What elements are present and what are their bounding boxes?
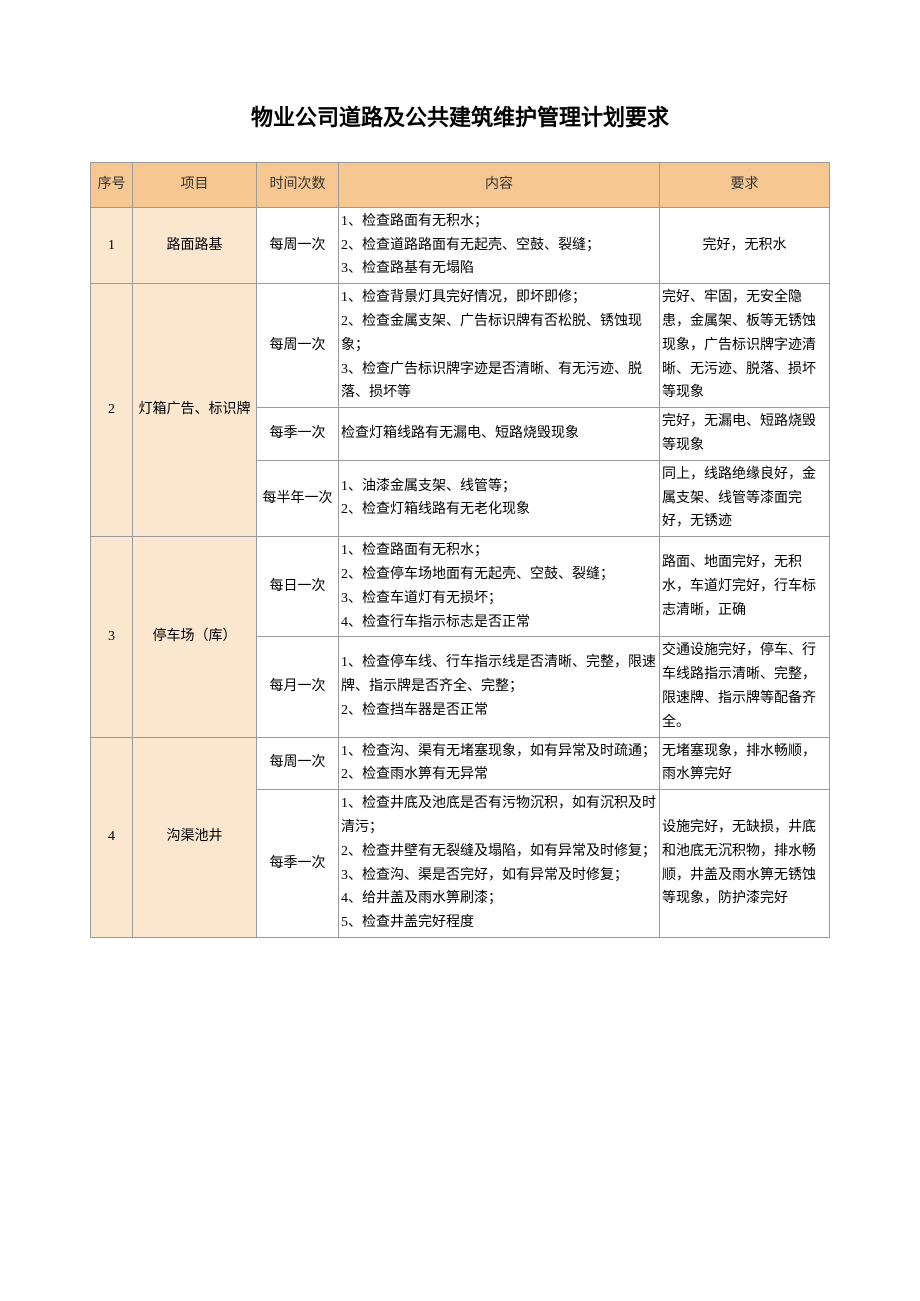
cell-freq: 每周一次: [257, 284, 339, 408]
table-header-row: 序号 项目 时间次数 内容 要求: [91, 163, 830, 208]
header-seq: 序号: [91, 163, 133, 208]
cell-item: 沟渠池井: [133, 737, 257, 937]
cell-content: 1、检查路面有无积水； 2、检查停车场地面有无起壳、空鼓、裂缝； 3、检查车道灯…: [339, 537, 660, 637]
cell-seq: 1: [91, 207, 133, 283]
cell-seq: 3: [91, 537, 133, 737]
cell-item: 灯箱广告、标识牌: [133, 284, 257, 537]
header-req: 要求: [660, 163, 830, 208]
cell-content: 1、检查沟、渠有无堵塞现象，如有异常及时疏通； 2、检查雨水箅有无异常: [339, 737, 660, 790]
maintenance-table: 序号 项目 时间次数 内容 要求 1路面路基每周一次1、检查路面有无积水； 2、…: [90, 162, 830, 938]
cell-req: 交通设施完好，停车、行车线路指示清晰、完整，限速牌、指示牌等配备齐全。: [660, 637, 830, 737]
cell-content: 1、检查路面有无积水； 2、检查道路路面有无起壳、空鼓、裂缝； 3、检查路基有无…: [339, 207, 660, 283]
page-title: 物业公司道路及公共建筑维护管理计划要求: [90, 100, 830, 132]
table-row: 2灯箱广告、标识牌每周一次1、检查背景灯具完好情况，即坏即修； 2、检查金属支架…: [91, 284, 830, 408]
cell-freq: 每半年一次: [257, 460, 339, 536]
cell-freq: 每周一次: [257, 207, 339, 283]
cell-item: 停车场（库）: [133, 537, 257, 737]
table-row: 1路面路基每周一次1、检查路面有无积水； 2、检查道路路面有无起壳、空鼓、裂缝；…: [91, 207, 830, 283]
cell-req: 同上，线路绝缘良好，金属支架、线管等漆面完好，无锈迹: [660, 460, 830, 536]
table-row: 4沟渠池井每周一次1、检查沟、渠有无堵塞现象，如有异常及时疏通； 2、检查雨水箅…: [91, 737, 830, 790]
cell-freq: 每季一次: [257, 408, 339, 461]
cell-freq: 每周一次: [257, 737, 339, 790]
cell-content: 1、油漆金属支架、线管等； 2、检查灯箱线路有无老化现象: [339, 460, 660, 536]
cell-req: 完好，无积水: [660, 207, 830, 283]
cell-content: 1、检查背景灯具完好情况，即坏即修； 2、检查金属支架、广告标识牌有否松脱、锈蚀…: [339, 284, 660, 408]
cell-content: 1、检查井底及池底是否有污物沉积，如有沉积及时清污； 2、检查井壁有无裂缝及塌陷…: [339, 790, 660, 938]
cell-req: 路面、地面完好，无积水，车道灯完好，行车标志清晰，正确: [660, 537, 830, 637]
cell-freq: 每日一次: [257, 537, 339, 637]
cell-req: 无堵塞现象，排水畅顺，雨水箅完好: [660, 737, 830, 790]
table-row: 3停车场（库）每日一次1、检查路面有无积水； 2、检查停车场地面有无起壳、空鼓、…: [91, 537, 830, 637]
cell-req: 设施完好，无缺损，井底和池底无沉积物，排水畅顺，井盖及雨水箅无锈蚀等现象，防护漆…: [660, 790, 830, 938]
cell-seq: 2: [91, 284, 133, 537]
cell-seq: 4: [91, 737, 133, 937]
cell-freq: 每季一次: [257, 790, 339, 938]
cell-content: 检查灯箱线路有无漏电、短路烧毁现象: [339, 408, 660, 461]
cell-req: 完好，无漏电、短路烧毁等现象: [660, 408, 830, 461]
cell-content: 1、检查停车线、行车指示线是否清晰、完整，限速牌、指示牌是否齐全、完整； 2、检…: [339, 637, 660, 737]
cell-req: 完好、牢固，无安全隐患，金属架、板等无锈蚀现象，广告标识牌字迹清晰、无污迹、脱落…: [660, 284, 830, 408]
cell-item: 路面路基: [133, 207, 257, 283]
header-freq: 时间次数: [257, 163, 339, 208]
cell-freq: 每月一次: [257, 637, 339, 737]
header-item: 项目: [133, 163, 257, 208]
header-content: 内容: [339, 163, 660, 208]
